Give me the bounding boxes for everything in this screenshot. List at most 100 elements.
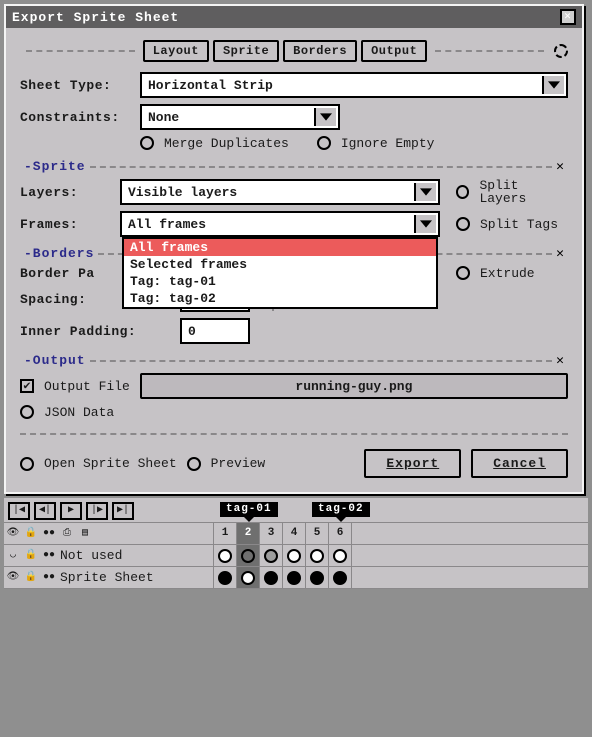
cel[interactable] <box>283 567 306 588</box>
cel[interactable] <box>306 567 329 588</box>
ignore-empty-checkbox[interactable]: Ignore Empty <box>317 136 435 150</box>
layer-add-icon[interactable]: ⎙ <box>60 527 74 541</box>
last-frame-button[interactable]: ▶| <box>112 502 134 520</box>
chevron-down-icon <box>414 215 436 233</box>
cel[interactable] <box>214 567 237 588</box>
json-data-label: JSON Data <box>44 406 114 419</box>
preview-checkbox[interactable]: Preview <box>187 457 266 471</box>
extrude-checkbox[interactable]: Extrude <box>456 266 535 280</box>
output-file-path[interactable]: running-guy.png <box>140 373 568 399</box>
output-file-checkbox[interactable]: Output File <box>20 379 130 393</box>
frame-header[interactable]: 5 <box>306 523 329 544</box>
layer-menu-icon[interactable]: ▤ <box>78 527 92 541</box>
prev-frame-button[interactable]: ◀| <box>34 502 56 520</box>
gear-icon[interactable] <box>554 44 568 58</box>
frames-icon[interactable]: ●● <box>42 527 56 541</box>
ignore-empty-label: Ignore Empty <box>341 137 435 150</box>
visibility-icon[interactable]: 👁 <box>6 527 20 541</box>
lock-icon[interactable]: 🔒 <box>24 549 38 563</box>
inner-padding-input[interactable]: 0 <box>180 318 250 344</box>
frames-value: All frames <box>128 218 206 231</box>
frames-option-selected[interactable]: Selected frames <box>124 256 436 273</box>
split-layers-label: Split Layers <box>479 179 568 205</box>
cancel-button[interactable]: Cancel <box>471 449 568 478</box>
cel[interactable] <box>306 545 329 566</box>
section-output-collapse[interactable]: ✕ <box>552 354 568 367</box>
border-padding-label: Border Pa <box>20 267 110 280</box>
first-frame-button[interactable]: |◀ <box>8 502 30 520</box>
frame-row-sprite-sheet <box>214 567 588 589</box>
layers-value: Visible layers <box>128 186 237 199</box>
merge-duplicates-checkbox[interactable]: Merge Duplicates <box>140 136 289 150</box>
layer-name: Not used <box>60 549 122 562</box>
cel[interactable] <box>283 545 306 566</box>
section-borders-collapse[interactable]: ✕ <box>552 247 568 260</box>
layers-label: Layers: <box>20 186 110 199</box>
frames-option-tag02[interactable]: Tag: tag-02 <box>124 290 436 307</box>
cel[interactable] <box>329 567 352 588</box>
timeline-tags: tag-01 tag-02 <box>214 502 588 522</box>
chevron-down-icon <box>542 76 564 94</box>
cel[interactable] <box>329 545 352 566</box>
split-layers-checkbox[interactable]: Split Layers <box>456 179 568 205</box>
visibility-icon[interactable]: ◡ <box>6 549 20 563</box>
frame-header[interactable]: 1 <box>214 523 237 544</box>
play-button[interactable]: ▶ <box>60 502 82 520</box>
section-sprite-title: -Sprite <box>20 160 90 173</box>
frames-label: Frames: <box>20 218 110 231</box>
timeline-tag-02[interactable]: tag-02 <box>312 502 370 517</box>
frames-option-tag01[interactable]: Tag: tag-01 <box>124 273 436 290</box>
tab-layout[interactable]: Layout <box>143 40 209 62</box>
extrude-label: Extrude <box>480 267 535 280</box>
frames-column: 1 2 3 4 5 6 <box>214 523 588 589</box>
dialog-button-row: Open Sprite Sheet Preview Export Cancel <box>20 433 568 478</box>
frame-header[interactable]: 4 <box>283 523 306 544</box>
frames-icon[interactable]: ●● <box>42 549 56 563</box>
cel[interactable] <box>260 567 283 588</box>
layers-select[interactable]: Visible layers <box>120 179 440 205</box>
section-output-title: -Output <box>20 354 90 367</box>
output-file-value: running-guy.png <box>295 380 412 393</box>
merge-duplicates-label: Merge Duplicates <box>164 137 289 150</box>
dialog-titlebar[interactable]: Export Sprite Sheet ✕ <box>6 6 582 28</box>
split-tags-label: Split Tags <box>480 218 558 231</box>
tab-sprite[interactable]: Sprite <box>213 40 279 62</box>
next-frame-button[interactable]: |▶ <box>86 502 108 520</box>
inner-padding-label: Inner Padding: <box>20 325 170 338</box>
close-icon[interactable]: ✕ <box>560 9 576 25</box>
open-sprite-sheet-checkbox[interactable]: Open Sprite Sheet <box>20 457 177 471</box>
cel[interactable] <box>214 545 237 566</box>
export-button[interactable]: Export <box>364 449 461 478</box>
tab-output[interactable]: Output <box>361 40 427 62</box>
section-sprite: -Sprite ✕ <box>20 160 568 173</box>
section-borders-title: -Borders <box>20 247 98 260</box>
cel[interactable] <box>237 545 260 566</box>
frame-header[interactable]: 3 <box>260 523 283 544</box>
cel[interactable] <box>237 567 260 588</box>
sheet-type-select[interactable]: Horizontal Strip <box>140 72 568 98</box>
constraints-select[interactable]: None <box>140 104 340 130</box>
sheet-type-value: Horizontal Strip <box>148 79 273 92</box>
frames-dropdown: All frames Selected frames Tag: tag-01 T… <box>122 237 438 309</box>
layer-header: 👁 🔒 ●● ⎙ ▤ <box>4 523 213 545</box>
frames-icon[interactable]: ●● <box>42 571 56 585</box>
layer-name: Sprite Sheet <box>60 571 154 584</box>
lock-icon[interactable]: 🔒 <box>24 527 38 541</box>
lock-icon[interactable]: 🔒 <box>24 571 38 585</box>
frames-option-all[interactable]: All frames <box>124 239 436 256</box>
frame-header[interactable]: 2 <box>237 523 260 544</box>
frames-select[interactable]: All frames All frames Selected frames Ta… <box>120 211 440 237</box>
constraints-label: Constraints: <box>20 111 130 124</box>
cel[interactable] <box>260 545 283 566</box>
section-sprite-collapse[interactable]: ✕ <box>552 160 568 173</box>
frame-header[interactable]: 6 <box>329 523 352 544</box>
visibility-icon[interactable]: 👁 <box>6 571 20 585</box>
open-sprite-sheet-label: Open Sprite Sheet <box>44 457 177 470</box>
tab-borders[interactable]: Borders <box>283 40 357 62</box>
timeline-tag-01[interactable]: tag-01 <box>220 502 278 517</box>
json-data-checkbox[interactable]: JSON Data <box>20 405 114 419</box>
layer-row-not-used[interactable]: ◡ 🔒 ●● Not used <box>4 545 213 567</box>
layer-row-sprite-sheet[interactable]: 👁 🔒 ●● Sprite Sheet <box>4 567 213 589</box>
timeline-tag-01-label: tag-01 <box>226 503 272 515</box>
split-tags-checkbox[interactable]: Split Tags <box>456 217 558 231</box>
